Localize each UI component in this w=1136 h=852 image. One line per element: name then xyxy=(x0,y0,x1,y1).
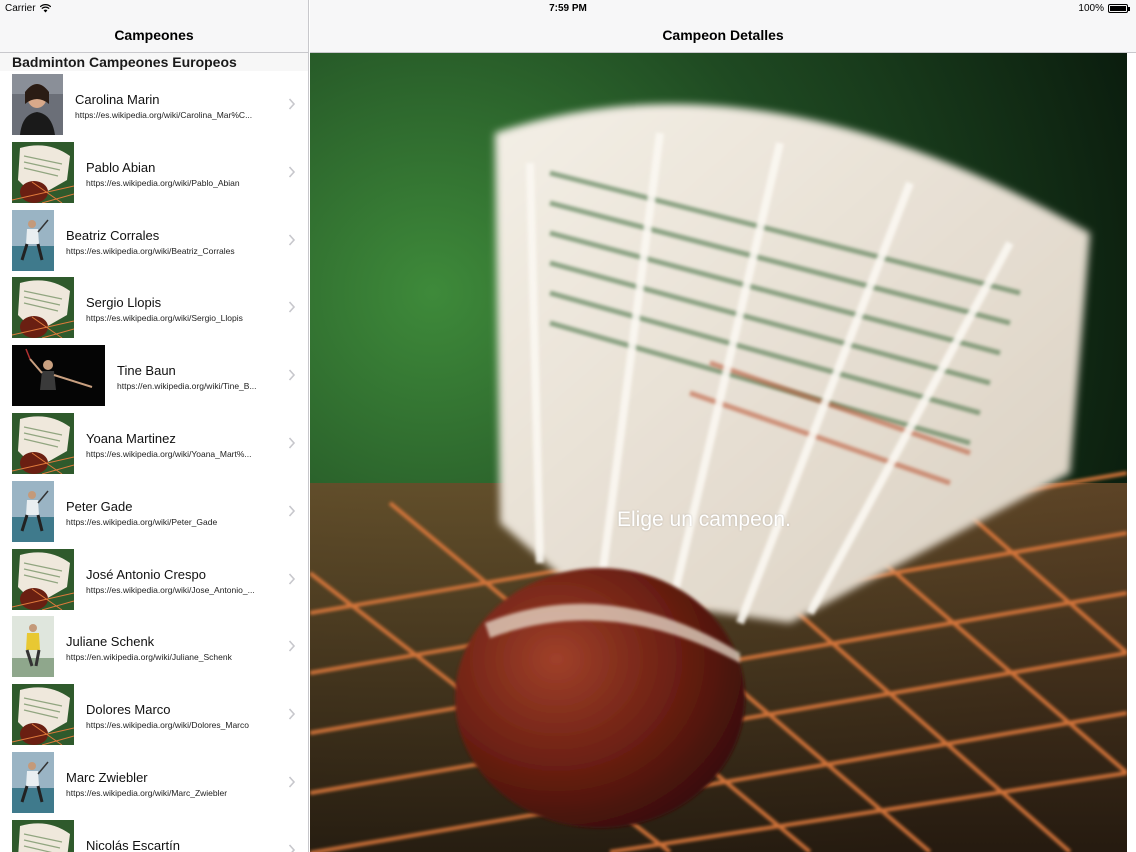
champion-thumbnail xyxy=(12,345,105,407)
list-item[interactable]: José Antonio Crespo https://es.wikipedia.… xyxy=(0,546,308,614)
list-item-text: Dolores Marco https://es.wikipedia.org/wi… xyxy=(86,702,279,730)
champion-name: Tine Baun xyxy=(117,363,176,379)
champion-name: Beatriz Corrales xyxy=(66,227,160,243)
champion-name: Peter Gade xyxy=(66,498,133,514)
status-time: 7:59 PM xyxy=(549,3,587,14)
list-item[interactable]: Beatriz Corrales https://es.wikipedia.org… xyxy=(0,207,308,275)
chevron-right-icon xyxy=(288,505,296,517)
champion-name: Nicolás Escartín xyxy=(86,837,180,852)
champion-url: https://es.wikipedia.org/wiki/Jose_Anton… xyxy=(86,584,255,595)
champion-thumbnail xyxy=(12,74,63,135)
shuttlecock-illustration xyxy=(310,53,1127,852)
champion-name: Pablo Abian xyxy=(86,159,156,175)
champion-name: Yoana Martinez xyxy=(86,430,176,446)
champion-thumbnail xyxy=(12,548,74,610)
list-item[interactable]: Sergio Llopis https://es.wikipedia.org/wi… xyxy=(0,274,308,342)
status-right: 100% xyxy=(1078,3,1130,14)
list-item-text: Sergio Llopis https://es.wikipedia.org/wi… xyxy=(86,295,279,323)
champion-name: Marc Zwiebler xyxy=(66,769,148,785)
champion-url: https://es.wikipedia.org/wiki/Dolores_Ma… xyxy=(86,720,249,731)
champion-name: José Antonio Crespo xyxy=(86,566,206,582)
list-item[interactable]: Marc Zwiebler https://es.wikipedia.org/wi… xyxy=(0,749,308,817)
list-item[interactable]: Juliane Schenk https://en.wikipedia.org/w… xyxy=(0,613,308,681)
list-item-text: Beatriz Corrales https://es.wikipedia.org… xyxy=(66,228,279,256)
list-item-text: Pablo Abian https://es.wikipedia.org/wiki… xyxy=(86,160,279,188)
chevron-right-icon xyxy=(288,573,296,585)
list-item[interactable]: Tine Baun https://en.wikipedia.org/wiki/T… xyxy=(0,342,308,410)
champion-url: https://es.wikipedia.org/wiki/Beatriz_Co… xyxy=(66,245,235,256)
list-item[interactable]: Dolores Marco https://es.wikipedia.org/wi… xyxy=(0,681,308,749)
list-item[interactable]: Carolina Marin https://es.wikipedia.org/w… xyxy=(0,71,308,139)
champion-name: Carolina Marin xyxy=(75,92,160,107)
master-title: Campeones xyxy=(114,27,194,43)
list-item[interactable]: Yoana Martinez https://es.wikipedia.org/w… xyxy=(0,410,308,478)
status-bar: Carrier 7:59 PM 100% xyxy=(0,0,1136,18)
chevron-right-icon xyxy=(288,776,296,788)
shuttlecock-background-image: Elige un campeon. xyxy=(310,53,1127,852)
champion-url: https://es.wikipedia.org/wiki/Carolina_M… xyxy=(75,110,253,120)
champion-thumbnail xyxy=(12,616,54,678)
detail-pane: Campeon Detalles Elige un campeon. xyxy=(310,0,1136,852)
section-header: Badminton Campeones Europeos xyxy=(0,53,308,71)
champion-url: https://es.wikipedia.org/wiki/Yoana_Mart… xyxy=(86,448,252,459)
champion-thumbnail xyxy=(12,684,74,746)
chevron-right-icon xyxy=(288,369,296,381)
chevron-right-icon xyxy=(288,234,296,246)
battery-icon xyxy=(1108,4,1130,13)
choose-champion-message: Elige un campeon. xyxy=(617,508,791,531)
list-item-text: Tine Baun https://en.wikipedia.org/wiki/T… xyxy=(117,363,279,391)
champion-url: https://en.wikipedia.org/wiki/Tine_B... xyxy=(117,381,257,392)
champion-url: https://es.wikipedia.org/wiki/Sergio_Llo… xyxy=(86,313,243,324)
detail-edge xyxy=(1127,53,1136,852)
battery-label: 100% xyxy=(1078,3,1104,14)
champion-name: Sergio Llopis xyxy=(86,295,162,311)
detail-title: Campeon Detalles xyxy=(662,27,784,43)
champion-thumbnail xyxy=(12,141,74,203)
list-item-text: Carolina Marin https://es.wikipedia.org/w… xyxy=(75,92,279,120)
list-item-text: José Antonio Crespo https://es.wikipedia.… xyxy=(86,567,279,595)
chevron-right-icon xyxy=(288,708,296,720)
champion-url: https://en.wikipedia.org/wiki/Juliane_Sc… xyxy=(66,652,232,663)
list-item[interactable]: Nicolás Escartín xyxy=(0,817,308,852)
chevron-right-icon xyxy=(288,437,296,449)
champion-thumbnail xyxy=(12,819,74,852)
list-item[interactable]: Pablo Abian https://es.wikipedia.org/wiki… xyxy=(0,139,308,207)
champion-thumbnail xyxy=(12,751,54,813)
champions-list[interactable]: Carolina Marin https://es.wikipedia.org/w… xyxy=(0,71,308,852)
chevron-right-icon xyxy=(288,301,296,313)
list-item-text: Nicolás Escartín xyxy=(86,838,279,852)
champion-thumbnail xyxy=(12,209,54,271)
champion-thumbnail xyxy=(12,412,74,474)
champion-url: https://es.wikipedia.org/wiki/Marc_Zwieb… xyxy=(66,787,228,798)
chevron-right-icon xyxy=(288,844,296,852)
champion-url: https://es.wikipedia.org/wiki/Peter_Gade xyxy=(66,516,218,527)
list-item-text: Peter Gade https://es.wikipedia.org/wiki/… xyxy=(66,499,279,527)
master-pane: Campeones Badminton Campeones Europeos C… xyxy=(0,0,309,852)
list-item-text: Marc Zwiebler https://es.wikipedia.org/wi… xyxy=(66,770,279,798)
chevron-right-icon xyxy=(288,166,296,178)
list-item[interactable]: Peter Gade https://es.wikipedia.org/wiki/… xyxy=(0,478,308,546)
chevron-right-icon xyxy=(288,98,296,110)
champion-thumbnail xyxy=(12,480,54,542)
list-item-text: Yoana Martinez https://es.wikipedia.org/w… xyxy=(86,431,279,459)
champion-url: https://es.wikipedia.org/wiki/Pablo_Abia… xyxy=(86,177,240,188)
champion-name: Dolores Marco xyxy=(86,702,171,718)
list-item-text: Juliane Schenk https://en.wikipedia.org/w… xyxy=(66,634,279,662)
chevron-right-icon xyxy=(288,640,296,652)
champion-name: Juliane Schenk xyxy=(66,634,155,650)
champion-thumbnail xyxy=(12,277,74,339)
